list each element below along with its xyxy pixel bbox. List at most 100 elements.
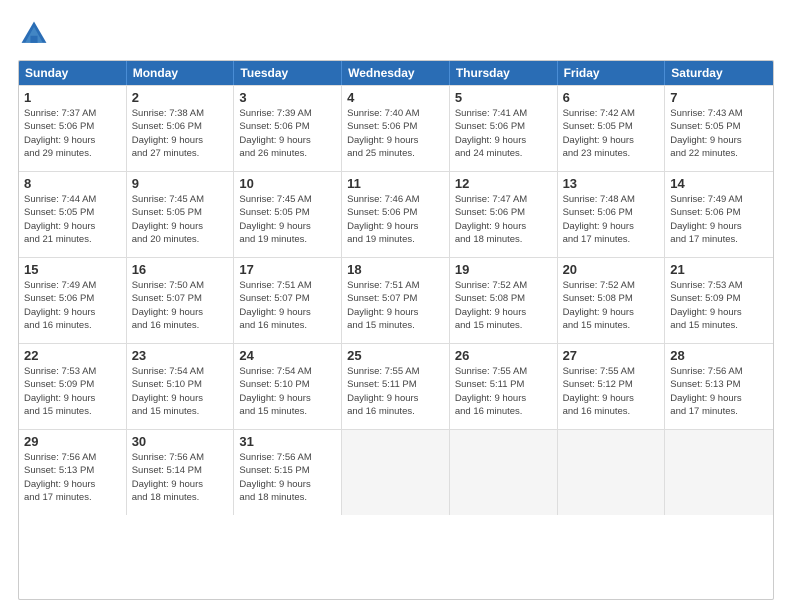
day-number: 22: [24, 348, 121, 363]
logo-icon: [18, 18, 50, 50]
weekday-header-friday: Friday: [558, 61, 666, 85]
day-info: Sunrise: 7:44 AMSunset: 5:05 PMDaylight:…: [24, 193, 121, 246]
day-cell-3: 3 Sunrise: 7:39 AMSunset: 5:06 PMDaylight…: [234, 86, 342, 171]
day-info: Sunrise: 7:46 AMSunset: 5:06 PMDaylight:…: [347, 193, 444, 246]
day-cell-1: 1 Sunrise: 7:37 AMSunset: 5:06 PMDaylight…: [19, 86, 127, 171]
header: [18, 18, 774, 50]
day-cell-25: 25Sunrise: 7:55 AMSunset: 5:11 PMDayligh…: [342, 344, 450, 429]
day-info: Sunrise: 7:51 AMSunset: 5:07 PMDaylight:…: [239, 279, 336, 332]
day-cell-30: 30 Sunrise: 7:56 AMSunset: 5:14 PMDayligh…: [127, 430, 235, 515]
day-info: Sunrise: 7:55 AMSunset: 5:11 PMDaylight:…: [455, 365, 552, 418]
calendar: SundayMondayTuesdayWednesdayThursdayFrid…: [18, 60, 774, 600]
day-info: Sunrise: 7:51 AMSunset: 5:07 PMDaylight:…: [347, 279, 444, 332]
day-cell-29: 29 Sunrise: 7:56 AMSunset: 5:13 PMDayligh…: [19, 430, 127, 515]
logo: [18, 18, 56, 50]
day-info: Sunrise: 7:38 AMSunset: 5:06 PMDaylight:…: [132, 107, 229, 160]
day-number: 1: [24, 90, 121, 105]
empty-cell: [342, 430, 450, 515]
day-number: 30: [132, 434, 229, 449]
day-info: Sunrise: 7:56 AMSunset: 5:14 PMDaylight:…: [132, 451, 229, 504]
day-number: 26: [455, 348, 552, 363]
day-cell-12: 12 Sunrise: 7:47 AMSunset: 5:06 PMDayligh…: [450, 172, 558, 257]
day-info: Sunrise: 7:55 AMSunset: 5:12 PMDaylight:…: [563, 365, 660, 418]
day-info: Sunrise: 7:41 AMSunset: 5:06 PMDaylight:…: [455, 107, 552, 160]
day-cell-14: 14 Sunrise: 7:49 AMSunset: 5:06 PMDayligh…: [665, 172, 773, 257]
day-info: Sunrise: 7:55 AMSunset: 5:11 PMDaylight:…: [347, 365, 444, 418]
day-cell-5: 5 Sunrise: 7:41 AMSunset: 5:06 PMDaylight…: [450, 86, 558, 171]
day-cell-19: 19Sunrise: 7:52 AMSunset: 5:08 PMDayligh…: [450, 258, 558, 343]
page: SundayMondayTuesdayWednesdayThursdayFrid…: [0, 0, 792, 612]
day-cell-13: 13Sunrise: 7:48 AMSunset: 5:06 PMDayligh…: [558, 172, 666, 257]
day-info: Sunrise: 7:56 AMSunset: 5:13 PMDaylight:…: [24, 451, 121, 504]
day-number: 11: [347, 176, 444, 191]
weekday-header-thursday: Thursday: [450, 61, 558, 85]
day-cell-18: 18 Sunrise: 7:51 AMSunset: 5:07 PMDayligh…: [342, 258, 450, 343]
day-number: 12: [455, 176, 552, 191]
day-info: Sunrise: 7:54 AMSunset: 5:10 PMDaylight:…: [239, 365, 336, 418]
day-cell-15: 15Sunrise: 7:49 AMSunset: 5:06 PMDayligh…: [19, 258, 127, 343]
day-info: Sunrise: 7:49 AMSunset: 5:06 PMDaylight:…: [24, 279, 121, 332]
calendar-row-4: 22 Sunrise: 7:53 AMSunset: 5:09 PMDayligh…: [19, 343, 773, 429]
empty-cell: [665, 430, 773, 515]
day-number: 24: [239, 348, 336, 363]
day-cell-17: 17 Sunrise: 7:51 AMSunset: 5:07 PMDayligh…: [234, 258, 342, 343]
day-number: 17: [239, 262, 336, 277]
day-info: Sunrise: 7:40 AMSunset: 5:06 PMDaylight:…: [347, 107, 444, 160]
day-cell-23: 23 Sunrise: 7:54 AMSunset: 5:10 PMDayligh…: [127, 344, 235, 429]
day-info: Sunrise: 7:54 AMSunset: 5:10 PMDaylight:…: [132, 365, 229, 418]
day-cell-20: 20Sunrise: 7:52 AMSunset: 5:08 PMDayligh…: [558, 258, 666, 343]
day-cell-24: 24 Sunrise: 7:54 AMSunset: 5:10 PMDayligh…: [234, 344, 342, 429]
day-cell-16: 16Sunrise: 7:50 AMSunset: 5:07 PMDayligh…: [127, 258, 235, 343]
day-number: 29: [24, 434, 121, 449]
day-cell-27: 27 Sunrise: 7:55 AMSunset: 5:12 PMDayligh…: [558, 344, 666, 429]
day-info: Sunrise: 7:56 AMSunset: 5:15 PMDaylight:…: [239, 451, 336, 504]
day-cell-28: 28 Sunrise: 7:56 AMSunset: 5:13 PMDayligh…: [665, 344, 773, 429]
day-number: 23: [132, 348, 229, 363]
day-cell-21: 21 Sunrise: 7:53 AMSunset: 5:09 PMDayligh…: [665, 258, 773, 343]
day-cell-8: 8Sunrise: 7:44 AMSunset: 5:05 PMDaylight…: [19, 172, 127, 257]
day-cell-4: 4 Sunrise: 7:40 AMSunset: 5:06 PMDaylight…: [342, 86, 450, 171]
day-cell-22: 22 Sunrise: 7:53 AMSunset: 5:09 PMDayligh…: [19, 344, 127, 429]
day-number: 4: [347, 90, 444, 105]
day-info: Sunrise: 7:53 AMSunset: 5:09 PMDaylight:…: [24, 365, 121, 418]
day-info: Sunrise: 7:52 AMSunset: 5:08 PMDaylight:…: [455, 279, 552, 332]
weekday-header-tuesday: Tuesday: [234, 61, 342, 85]
day-info: Sunrise: 7:45 AMSunset: 5:05 PMDaylight:…: [132, 193, 229, 246]
weekday-header-sunday: Sunday: [19, 61, 127, 85]
day-cell-2: 2Sunrise: 7:38 AMSunset: 5:06 PMDaylight…: [127, 86, 235, 171]
day-info: Sunrise: 7:49 AMSunset: 5:06 PMDaylight:…: [670, 193, 768, 246]
day-info: Sunrise: 7:48 AMSunset: 5:06 PMDaylight:…: [563, 193, 660, 246]
day-info: Sunrise: 7:39 AMSunset: 5:06 PMDaylight:…: [239, 107, 336, 160]
day-number: 7: [670, 90, 768, 105]
day-number: 14: [670, 176, 768, 191]
day-cell-11: 11 Sunrise: 7:46 AMSunset: 5:06 PMDayligh…: [342, 172, 450, 257]
day-number: 3: [239, 90, 336, 105]
day-number: 31: [239, 434, 336, 449]
empty-cell: [558, 430, 666, 515]
day-info: Sunrise: 7:42 AMSunset: 5:05 PMDaylight:…: [563, 107, 660, 160]
day-info: Sunrise: 7:56 AMSunset: 5:13 PMDaylight:…: [670, 365, 768, 418]
day-number: 27: [563, 348, 660, 363]
day-info: Sunrise: 7:53 AMSunset: 5:09 PMDaylight:…: [670, 279, 768, 332]
calendar-row-5: 29 Sunrise: 7:56 AMSunset: 5:13 PMDayligh…: [19, 429, 773, 515]
day-number: 28: [670, 348, 768, 363]
day-info: Sunrise: 7:52 AMSunset: 5:08 PMDaylight:…: [563, 279, 660, 332]
day-cell-31: 31 Sunrise: 7:56 AMSunset: 5:15 PMDayligh…: [234, 430, 342, 515]
day-number: 16: [132, 262, 229, 277]
day-info: Sunrise: 7:43 AMSunset: 5:05 PMDaylight:…: [670, 107, 768, 160]
day-number: 18: [347, 262, 444, 277]
day-number: 9: [132, 176, 229, 191]
day-info: Sunrise: 7:45 AMSunset: 5:05 PMDaylight:…: [239, 193, 336, 246]
day-number: 21: [670, 262, 768, 277]
day-number: 5: [455, 90, 552, 105]
calendar-row-1: 1 Sunrise: 7:37 AMSunset: 5:06 PMDaylight…: [19, 85, 773, 171]
day-cell-9: 9 Sunrise: 7:45 AMSunset: 5:05 PMDaylight…: [127, 172, 235, 257]
calendar-row-2: 8Sunrise: 7:44 AMSunset: 5:05 PMDaylight…: [19, 171, 773, 257]
calendar-header: SundayMondayTuesdayWednesdayThursdayFrid…: [19, 61, 773, 85]
day-info: Sunrise: 7:47 AMSunset: 5:06 PMDaylight:…: [455, 193, 552, 246]
day-number: 10: [239, 176, 336, 191]
empty-cell: [450, 430, 558, 515]
day-info: Sunrise: 7:37 AMSunset: 5:06 PMDaylight:…: [24, 107, 121, 160]
weekday-header-wednesday: Wednesday: [342, 61, 450, 85]
day-number: 6: [563, 90, 660, 105]
